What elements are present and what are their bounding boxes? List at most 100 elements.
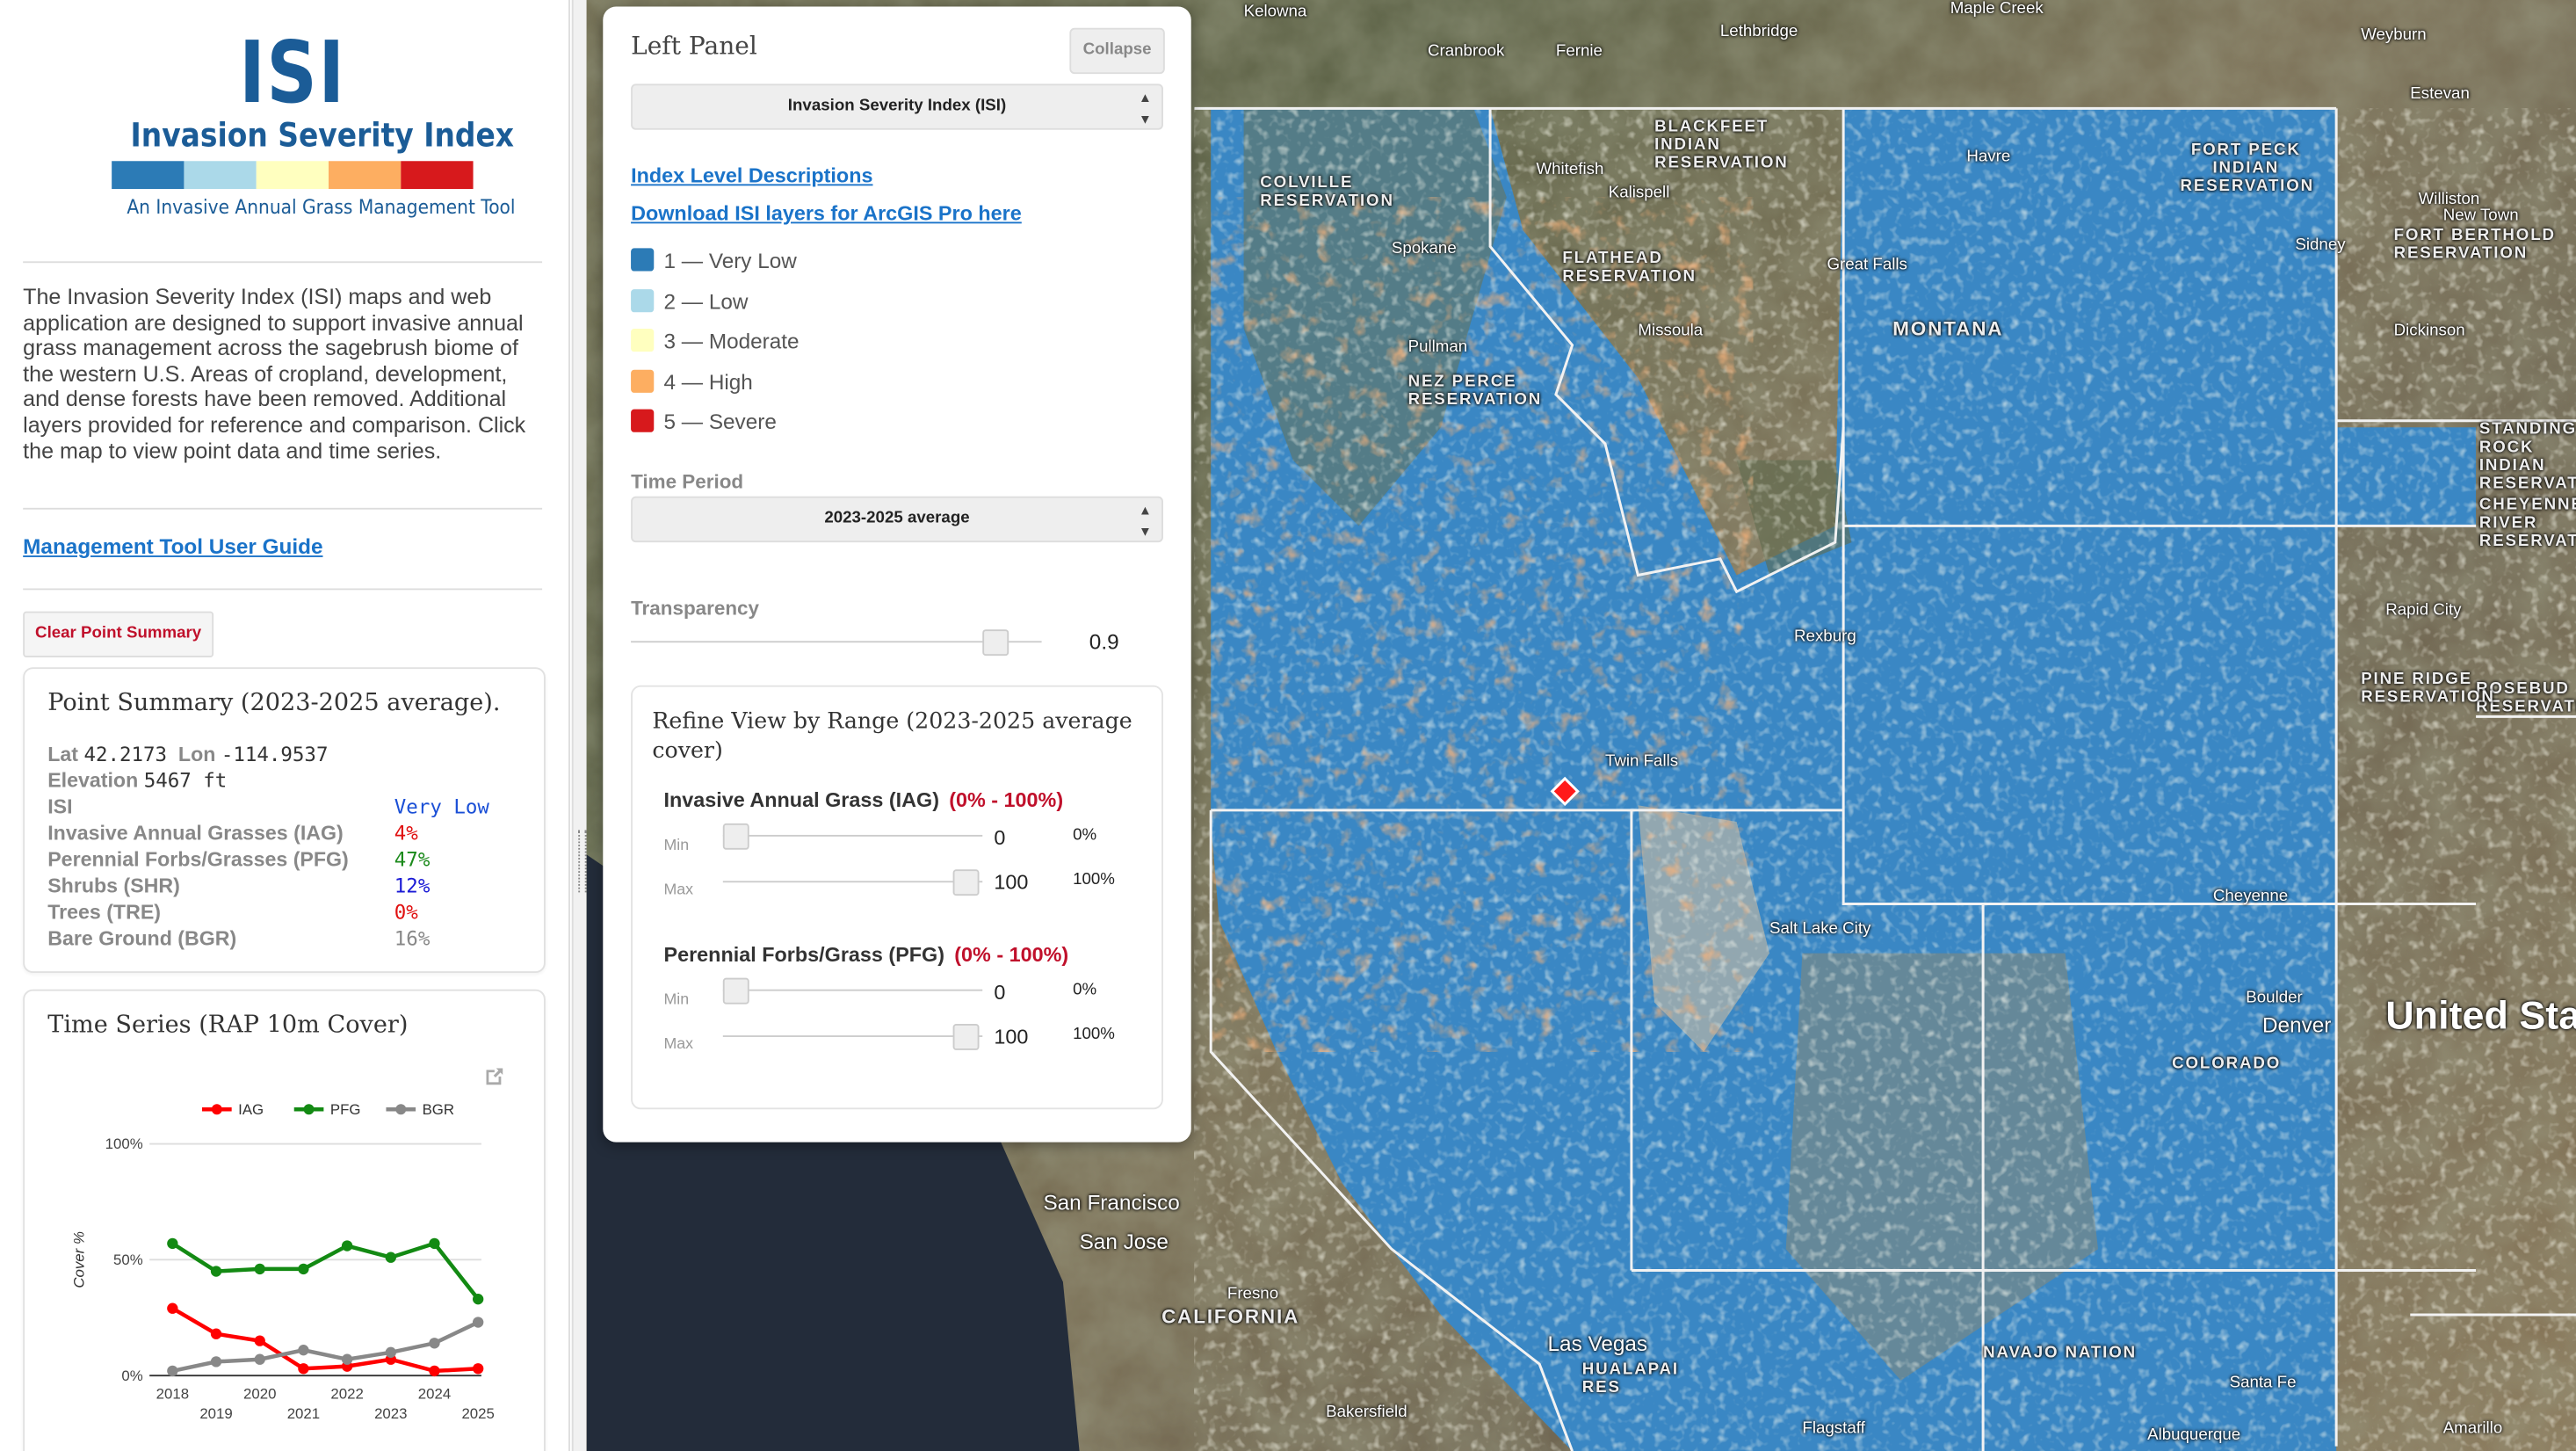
divider — [23, 588, 543, 591]
legend-swatch — [631, 368, 655, 392]
max-percent: 100% — [1073, 1025, 1115, 1044]
map-label: Las Vegas — [1547, 1331, 1648, 1356]
app-description: The Invasion Severity Index (ISI) maps a… — [23, 284, 526, 463]
data-point-pfg — [341, 1240, 353, 1251]
transparency-label: Transparency — [631, 596, 760, 620]
time-series-title: Time Series (RAP 10m Cover) — [47, 1012, 409, 1039]
elevation-row: Elevation 5467 ft — [47, 769, 227, 792]
data-point-pfg — [210, 1266, 222, 1277]
map-label: CHEYENNE RIVER RESERVATION — [2478, 496, 2576, 551]
min-slider-handle[interactable] — [722, 823, 749, 850]
min-slider-handle[interactable] — [722, 977, 749, 1005]
data-point-bgr — [341, 1353, 353, 1365]
layer-select-value: Invasion Severity Index (ISI) — [787, 97, 1007, 115]
legend-label: IAG — [238, 1101, 264, 1118]
legend-swatch — [631, 329, 655, 352]
transparency-track[interactable] — [631, 641, 1042, 643]
legend-label: PFG — [330, 1101, 361, 1118]
clear-point-summary-button[interactable]: Clear Point Summary — [23, 611, 214, 657]
map-label: HUALAPAI RES — [1581, 1360, 1680, 1397]
data-point-iag — [254, 1335, 265, 1346]
map-label: Pullman — [1407, 338, 1468, 357]
data-point-iag — [167, 1302, 178, 1314]
time-series-card: Time Series (RAP 10m Cover) 0% 50% 100% Cov… — [23, 989, 546, 1451]
refine-section-title: Perennial Forbs/Grass (PFG) (0% - 100%) — [663, 943, 1068, 966]
data-point-pfg — [298, 1263, 309, 1275]
map-label: Cheyenne — [2212, 887, 2289, 906]
min-value: 0 — [994, 981, 1006, 1005]
map-label: Twin Falls — [1604, 752, 1679, 772]
max-slider-track[interactable] — [722, 881, 983, 883]
divider — [23, 261, 543, 264]
map-label: Denver — [2261, 1012, 2332, 1037]
max-percent: 100% — [1073, 871, 1115, 889]
max-label: Max — [663, 1035, 694, 1054]
data-point-iag — [429, 1365, 440, 1377]
sidebar: ISI Invasion Severity Index An Invasive … — [0, 0, 570, 1451]
data-point-pfg — [385, 1251, 396, 1263]
map-label: Cranbrook — [1428, 42, 1505, 62]
legend-swatch — [631, 409, 655, 432]
map-label: FLATHEAD RESERVATION — [1562, 250, 1697, 287]
map-label: United States — [2385, 994, 2576, 1039]
legend-label: 5 — Severe — [663, 409, 777, 434]
legend-item: 5 — Severe — [631, 409, 777, 436]
select-arrows-icon: ▲ ▼ — [1139, 90, 1152, 127]
point-summary-label: ISI — [47, 795, 73, 819]
elevation-value: 5467 ft — [143, 769, 228, 793]
divider — [23, 507, 543, 510]
data-point-pfg — [254, 1263, 265, 1275]
data-point-bgr — [472, 1317, 484, 1328]
download-layers-link[interactable]: Download ISI layers for ArcGIS Pro here — [631, 202, 1022, 225]
min-percent: 0% — [1073, 826, 1097, 845]
data-point-bgr — [429, 1338, 440, 1349]
refine-section-name: Invasive Annual Grass (IAG) — [663, 788, 939, 812]
point-summary-card: Point Summary (2023-2025 average). Lat 4… — [23, 667, 546, 974]
layer-select[interactable]: Invasion Severity Index (ISI) ▲ ▼ — [631, 83, 1163, 130]
max-slider-handle[interactable] — [952, 1024, 980, 1050]
data-point-pfg — [429, 1237, 440, 1250]
map-label: San Francisco — [1043, 1189, 1180, 1215]
map-label: Fresno — [1226, 1285, 1279, 1303]
map-label: PINE RIDGE RESERVATION — [2361, 670, 2495, 707]
max-label: Max — [663, 881, 694, 899]
point-summary-value: 16% — [394, 926, 431, 950]
y-tick-label: 0% — [121, 1368, 142, 1384]
time-period-select[interactable]: 2023-2025 average ▲ ▼ — [631, 496, 1163, 543]
point-summary-label: Perennial Forbs/Grasses (PFG) — [47, 847, 349, 872]
min-slider-track[interactable] — [722, 989, 983, 991]
min-slider-track[interactable] — [722, 834, 983, 837]
map-label: Weyburn — [2361, 25, 2427, 45]
transparency-slider-handle[interactable] — [982, 629, 1009, 657]
map-label: Missoula — [1638, 322, 1704, 341]
map-label: Bakersfield — [1326, 1403, 1407, 1422]
map-label: Estevan — [2410, 85, 2470, 104]
data-point-bgr — [298, 1345, 309, 1356]
user-guide-link[interactable]: Management Tool User Guide — [23, 534, 322, 559]
logo-bar-segment — [256, 161, 329, 190]
logo-tagline: An Invasive Annual Grass Management Tool — [127, 195, 516, 219]
logo-title: ISI — [239, 25, 346, 124]
legend-label: 3 — Moderate — [663, 329, 800, 354]
map-label: STANDING ROCK INDIAN RESERVATION — [2478, 420, 2576, 493]
map-label: Flagstaff — [1802, 1419, 1865, 1439]
map-label: NEZ PERCE RESERVATION — [1407, 373, 1543, 410]
data-point-bgr — [254, 1353, 265, 1365]
map-label: Rapid City — [2385, 601, 2462, 620]
map-label: Kalispell — [1608, 184, 1670, 203]
collapse-button[interactable]: Collapse — [1069, 27, 1165, 75]
map-label: Dickinson — [2393, 322, 2465, 341]
map-label: COLVILLE RESERVATION — [1260, 174, 1394, 211]
max-slider-handle[interactable] — [952, 869, 980, 896]
legend-label: 1 — Very Low — [663, 248, 797, 273]
map-label: NAVAJO NATION — [1983, 1344, 2138, 1363]
legend-marker — [303, 1104, 315, 1115]
min-label: Min — [663, 836, 690, 855]
map-label: COLORADO — [2172, 1055, 2282, 1074]
data-point-pfg — [472, 1294, 484, 1305]
isi-logo: ISI Invasion Severity Index An Invasive … — [108, 25, 516, 219]
data-point-iag — [210, 1328, 222, 1339]
max-slider-track[interactable] — [722, 1035, 983, 1037]
index-level-descriptions-link[interactable]: Index Level Descriptions — [631, 164, 872, 187]
x-tick-label: 2018 — [156, 1385, 189, 1402]
